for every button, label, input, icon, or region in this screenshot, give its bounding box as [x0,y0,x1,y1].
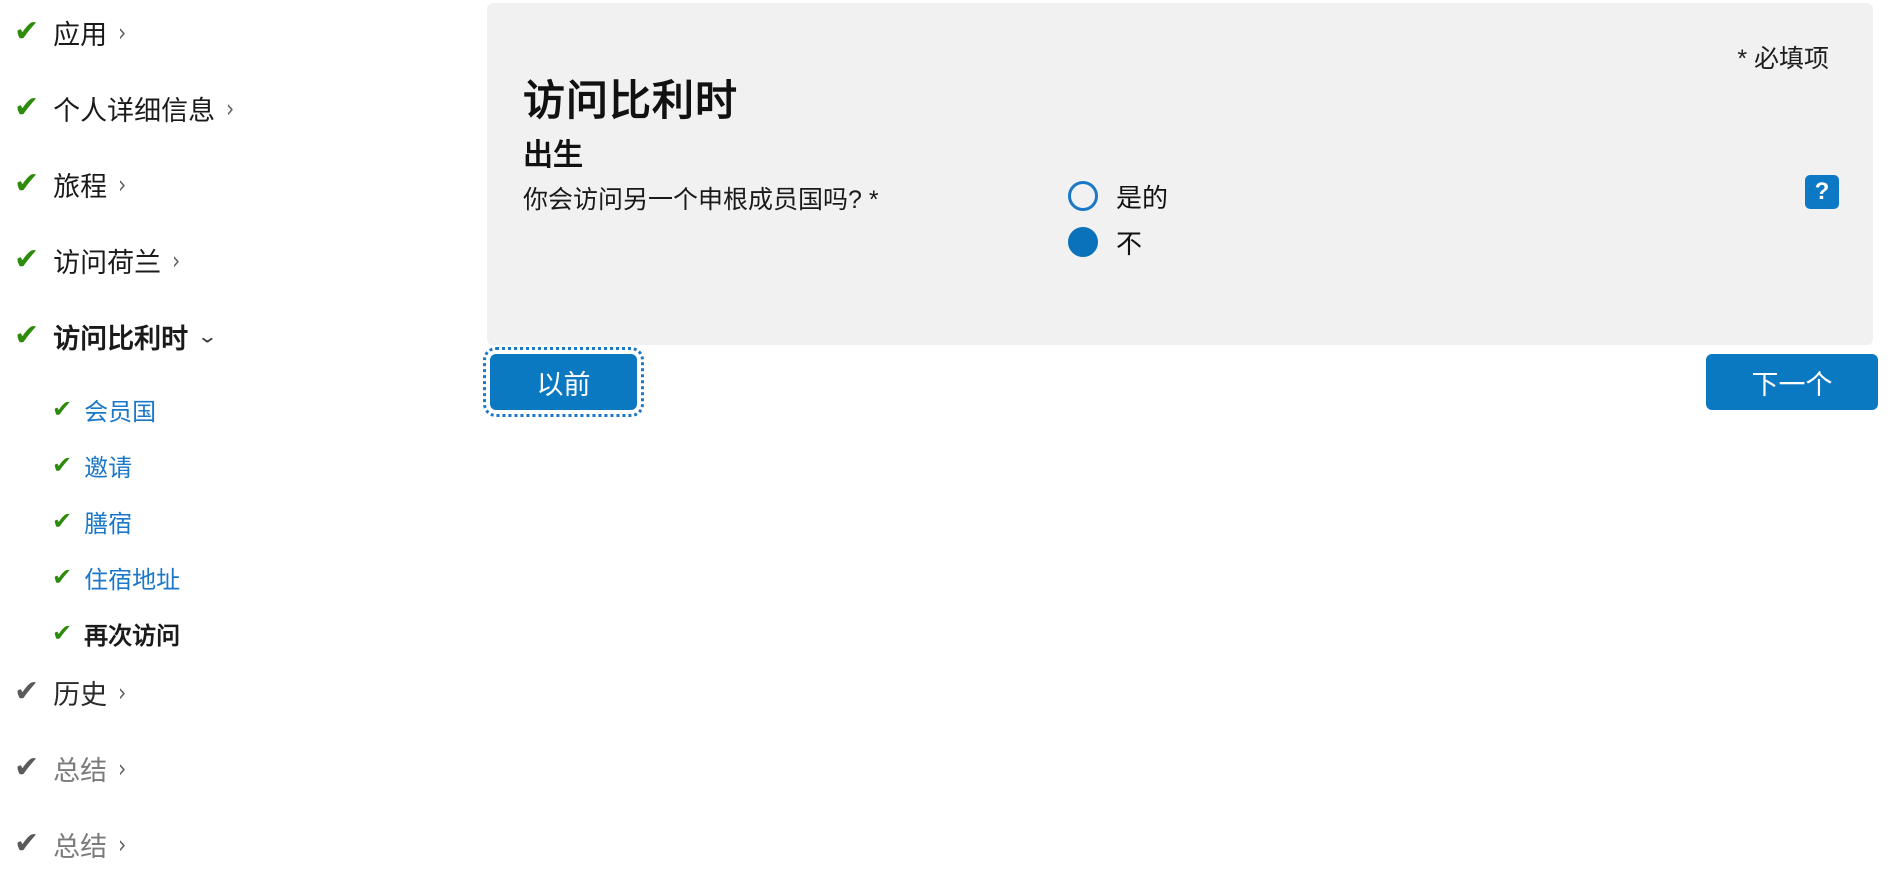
page-title: 访问比利时 [523,77,739,125]
sidebar-item-label: 历史 [53,679,108,710]
checkmark-icon: ✔ [52,395,73,423]
question-label: 你会访问另一个申根成员国吗? * [523,186,879,214]
radio-option-1[interactable]: 是的 [1068,173,1168,219]
sidebar-item-6[interactable]: ✔ 会员国 [0,392,487,426]
sidebar-item-label: 总结 [53,755,108,786]
sidebar-item-8[interactable]: ✔ 膳宿 [0,504,487,538]
checkmark-icon: ✔ [52,619,73,647]
sidebar-item-12[interactable]: ✔ 总结 › [0,748,487,788]
previous-button[interactable]: 以前 [483,347,644,417]
radio-selected-icon[interactable] [1068,227,1098,257]
radio-group-schengen-visit: 是的不 [1068,173,1168,265]
sidebar-item-label: 再次访问 [84,622,181,650]
sidebar-item-label: 个人详细信息 [53,95,216,126]
application-page: ✔ 应用 › ✔ 个人详细信息 › ✔ 旅程 › ✔ 访问荷兰 › ✔ 访问比利时 ⌄ ✔ 会员国 ✔ 邀请 ✔ 膳宿 ✔… [0,0,1892,882]
checkmark-icon: ✔ [14,14,40,49]
chevron-right-icon[interactable]: › [118,172,126,197]
sidebar-item-label: 膳宿 [84,510,133,538]
sidebar-item-9[interactable]: ✔ 住宿地址 [0,560,487,594]
sidebar-item-label: 会员国 [84,398,157,426]
radio-option-2[interactable]: 不 [1068,219,1168,265]
progress-sidebar: ✔ 应用 › ✔ 个人详细信息 › ✔ 旅程 › ✔ 访问荷兰 › ✔ 访问比利时 ⌄ ✔ 会员国 ✔ 邀请 ✔ 膳宿 ✔… [0,0,487,882]
checkmark-icon: ✔ [52,563,73,591]
sidebar-item-7[interactable]: ✔ 邀请 [0,448,487,482]
chevron-right-icon[interactable]: › [118,756,126,781]
chevron-right-icon[interactable]: › [226,96,234,121]
form-panel: * 必填项 访问比利时 出生 你会访问另一个申根成员国吗? * 是的不 ? [487,3,1873,345]
chevron-right-icon[interactable]: › [172,248,180,273]
checkmark-icon: ✔ [14,750,40,785]
checkmark-icon: ✔ [14,674,40,709]
required-fields-note: * 必填项 [1737,45,1829,73]
checkmark-icon: ✔ [52,451,73,479]
sidebar-item-label: 总结 [53,831,108,862]
sidebar-item-3[interactable]: ✔ 旅程 › [0,164,487,204]
sidebar-item-label: 邀请 [84,454,133,482]
checkmark-icon: ✔ [52,507,73,535]
sidebar-item-4[interactable]: ✔ 访问荷兰 › [0,240,487,280]
sidebar-item-11[interactable]: ✔ 历史 › [0,672,487,712]
radio-option-label: 是的 [1116,182,1169,213]
chevron-right-icon[interactable]: › [118,20,126,45]
checkmark-icon: ✔ [14,166,40,201]
sidebar-item-1[interactable]: ✔ 应用 › [0,12,487,52]
checkmark-icon: ✔ [14,90,40,125]
sidebar-item-label: 访问荷兰 [53,247,162,278]
checkmark-icon: ✔ [14,826,40,861]
sidebar-item-label: 访问比利时 [53,323,189,354]
question-row: 你会访问另一个申根成员国吗? * 是的不 [523,173,1873,265]
radio-option-label: 不 [1116,228,1143,259]
radio-unselected-icon[interactable] [1068,181,1098,211]
chevron-right-icon[interactable]: › [118,680,126,705]
help-button[interactable]: ? [1805,175,1839,209]
chevron-right-icon[interactable]: › [118,832,126,857]
sidebar-item-label: 住宿地址 [84,566,181,594]
sidebar-item-label: 旅程 [53,171,108,202]
checkmark-icon: ✔ [14,318,40,353]
sidebar-item-5[interactable]: ✔ 访问比利时 ⌄ [0,316,487,356]
checkmark-icon: ✔ [14,242,40,277]
sidebar-item-13[interactable]: ✔ 总结 › [0,824,487,864]
sidebar-item-2[interactable]: ✔ 个人详细信息 › [0,88,487,128]
sidebar-item-label: 应用 [53,19,108,50]
page-subtitle: 出生 [523,138,583,172]
sidebar-item-10[interactable]: ✔ 再次访问 [0,616,487,650]
chevron-down-icon[interactable]: ⌄ [197,327,219,346]
next-button[interactable]: 下一个 [1706,354,1878,410]
